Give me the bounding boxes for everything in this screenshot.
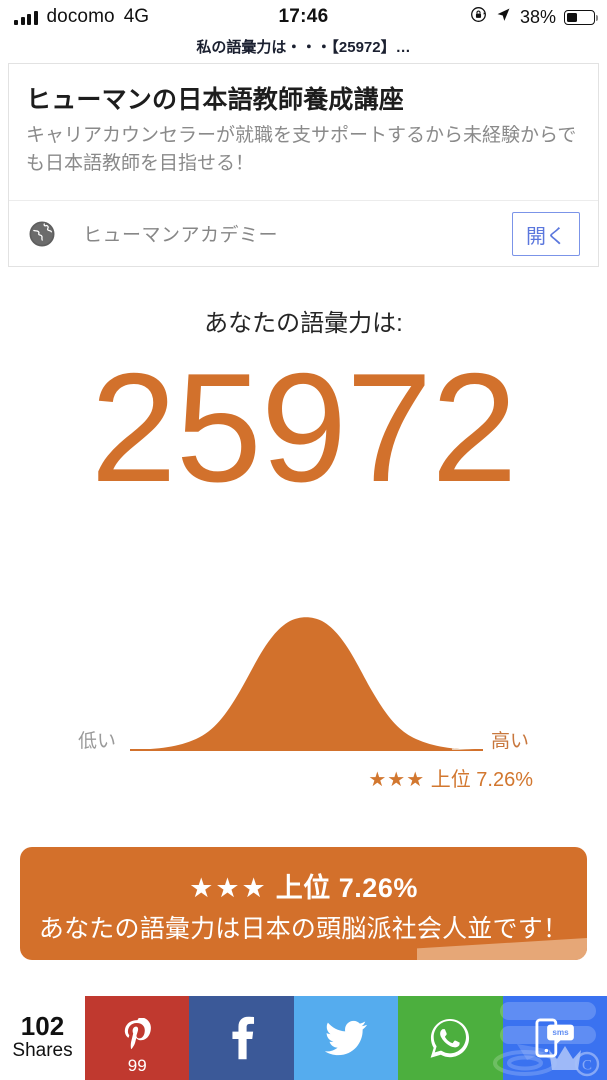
score-label: あなたの語彙力は: <box>204 310 403 337</box>
chart-label-low: 低い <box>78 731 117 752</box>
rank-stars: ★★★ <box>368 769 426 791</box>
share-button-pinterest[interactable]: 99 <box>85 996 190 1080</box>
location-arrow-icon <box>495 6 512 28</box>
score-value: 25972 <box>90 341 517 514</box>
facebook-icon <box>229 1015 255 1061</box>
status-bar-right: 38% <box>470 6 598 28</box>
twitter-icon <box>325 1020 367 1056</box>
chart-label-high: 高い <box>491 731 530 752</box>
app-screen: docomo 4G 17:46 38% 私の語彙力は・・・【25972】… ヒュ… <box>0 0 607 1080</box>
sms-icon: sms <box>533 1016 577 1060</box>
result-banner: ★★★ 上位 7.26% あなたの語彙力は日本の頭脳派社会人並です！ <box>20 847 587 960</box>
ad-card[interactable]: ヒューマンの日本語教師養成講座 キャリアカウンセラーが就職を支サポートするから未… <box>8 63 599 267</box>
status-bar: docomo 4G 17:46 38% <box>0 0 607 34</box>
banner-headline: ★★★ 上位 7.26% <box>20 866 587 905</box>
banner-rank-text: 上位 7.26% <box>275 873 418 903</box>
share-count-label: Shares <box>12 1040 73 1062</box>
banner-stars: ★★★ <box>189 873 268 903</box>
open-button[interactable]: 開く <box>512 212 580 256</box>
share-count-number: 102 <box>20 1010 65 1041</box>
battery-icon <box>564 9 598 25</box>
globe-icon <box>28 220 56 248</box>
ad-title: ヒューマンの日本語教師養成講座 <box>26 86 405 114</box>
pinterest-icon <box>120 1018 154 1058</box>
share-bar: 102 Shares 99 sms C <box>0 996 607 1080</box>
ad-advertiser-label: ヒューマンアカデミー <box>83 225 279 246</box>
rank-text: 上位 7.26% <box>430 769 533 791</box>
curve-area <box>130 617 478 750</box>
share-count: 102 Shares <box>0 996 85 1080</box>
share-button-sms[interactable]: sms <box>502 996 607 1080</box>
battery-percent-label: 38% <box>519 6 556 27</box>
orientation-lock-icon <box>470 6 487 28</box>
bell-curve-chart <box>0 575 607 785</box>
ad-footer: ヒューマンアカデミー 開く <box>9 200 598 266</box>
bell-curve-svg <box>130 617 483 751</box>
pinterest-badge: 99 <box>127 1056 147 1075</box>
whatsapp-icon <box>429 1017 471 1059</box>
chart-rank-annotation: ★★★ 上位 7.26% <box>0 763 607 792</box>
svg-text:sms: sms <box>552 1028 569 1037</box>
ad-description: キャリアカウンセラーが就職を支サポートするから未経験からでも日本語教師を目指せる… <box>26 125 577 174</box>
page-title: 私の語彙力は・・・【25972】… <box>196 39 411 56</box>
banner-subtitle: あなたの語彙力は日本の頭脳派社会人並です！ <box>38 915 569 943</box>
share-button-twitter[interactable] <box>293 996 399 1080</box>
share-button-facebook[interactable] <box>189 996 294 1080</box>
share-button-whatsapp[interactable] <box>398 996 503 1080</box>
